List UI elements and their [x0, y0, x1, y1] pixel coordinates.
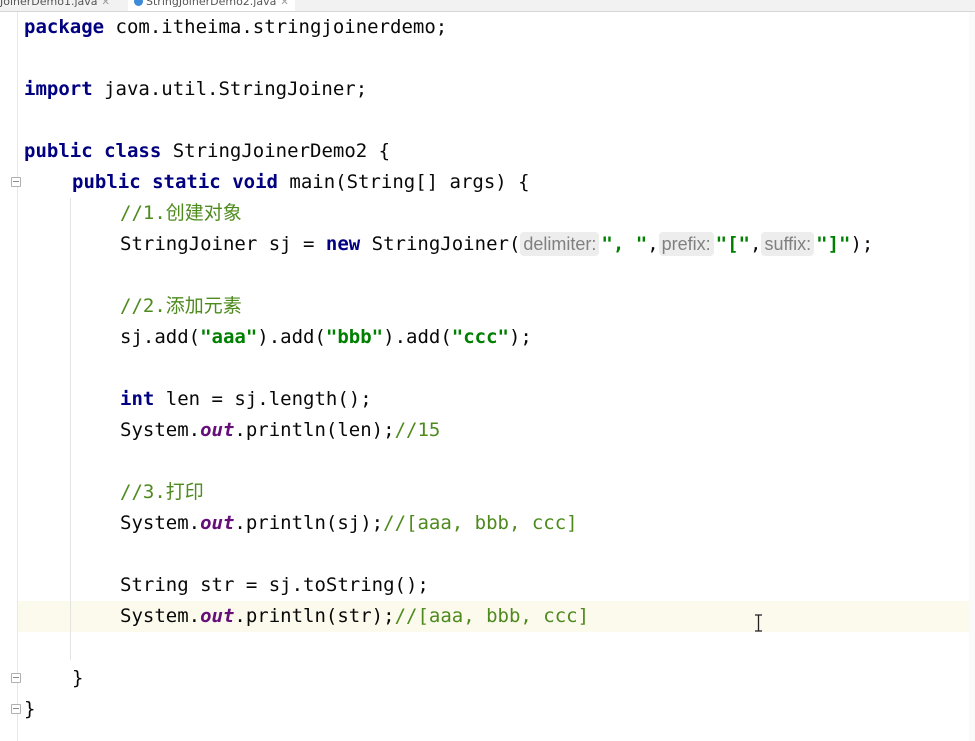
code-line-5: //1.创建对象 — [120, 198, 242, 229]
closing-brace: } — [24, 698, 36, 720]
code-text: ).add( — [383, 326, 452, 348]
comment-text: 打印 — [165, 481, 204, 503]
tab-label: JoinerDemo1.java — [0, 0, 98, 8]
code-text: StringJoiner( — [360, 233, 521, 255]
code-line-15: } — [72, 663, 83, 694]
code-line-10: System.out.println(len);//15 — [120, 415, 440, 446]
code-line-3: public class StringJoinerDemo2 { — [24, 136, 390, 167]
parameter-hint-delimiter: delimiter: — [520, 232, 600, 256]
code-text: , — [750, 233, 762, 255]
code-text: .println(sj); — [234, 512, 384, 534]
method-signature: main(String[] args) { — [277, 171, 530, 193]
keyword-static: static — [152, 171, 221, 193]
static-field: out — [200, 512, 235, 534]
code-text: System. — [120, 605, 201, 627]
code-text: sj.add( — [120, 326, 201, 348]
keyword-int: int — [120, 388, 155, 410]
keyword-public: public — [72, 171, 141, 193]
package-name: com.itheima.stringjoinerdemo; — [104, 16, 448, 38]
close-icon[interactable]: ✕ — [280, 0, 288, 8]
code-text: ).add( — [257, 326, 326, 348]
parameter-hint-prefix: prefix: — [658, 232, 714, 256]
code-text: System. — [120, 419, 201, 441]
keyword-package: package — [24, 16, 105, 38]
vertical-scrollbar[interactable] — [969, 12, 975, 741]
java-class-icon — [134, 0, 143, 6]
import-path: java.util.StringJoiner; — [92, 78, 368, 100]
code-line-2: import java.util.StringJoiner; — [24, 74, 367, 105]
tab-label: StringJoinerDemo2.java — [146, 0, 277, 8]
static-field: out — [200, 605, 235, 627]
code-line-7: //2.添加元素 — [120, 291, 242, 322]
inline-comment: //15 — [394, 419, 441, 441]
string-literal: "]" — [816, 233, 851, 255]
comment-prefix: //1. — [120, 202, 166, 224]
comment-prefix: //3. — [120, 481, 166, 503]
fold-collapse-icon[interactable] — [11, 177, 21, 187]
code-editor[interactable]: JoinerDemo1.java ✕ StringJoinerDemo2.java… — [0, 0, 975, 741]
code-line-4: public static void main(String[] args) { — [72, 167, 530, 198]
keyword-class: class — [104, 140, 162, 162]
string-literal: "ccc" — [451, 326, 509, 348]
code-line-9: int len = sj.length(); — [120, 384, 372, 415]
string-literal: "aaa" — [200, 326, 258, 348]
comment-prefix: //2. — [120, 295, 166, 317]
close-icon[interactable]: ✕ — [102, 0, 110, 8]
editor-tab-bar: JoinerDemo1.java ✕ StringJoinerDemo2.java… — [0, 0, 975, 12]
code-line-16: } — [24, 694, 35, 725]
code-text: ); — [850, 233, 874, 255]
code-line-11: //3.打印 — [120, 477, 204, 508]
code-text: , — [647, 233, 659, 255]
editor-gutter — [0, 12, 18, 741]
code-text: String str = sj.toString(); — [120, 574, 429, 596]
inline-comment: //[aaa, bbb, ccc] — [383, 512, 578, 534]
indent-guide — [70, 198, 71, 660]
keyword-import: import — [24, 78, 93, 100]
code-text: .println(str); — [234, 605, 395, 627]
string-literal: "bbb" — [325, 326, 384, 348]
string-literal: ", " — [601, 233, 648, 255]
class-declaration: StringJoinerDemo2 { — [161, 140, 391, 162]
fold-collapse-icon[interactable] — [11, 673, 21, 683]
parameter-hint-suffix: suffix: — [761, 232, 815, 256]
code-line-8: sj.add("aaa").add("bbb").add("ccc"); — [120, 322, 532, 353]
text-cursor-icon — [755, 614, 762, 632]
closing-brace: } — [72, 667, 84, 689]
code-line-12: System.out.println(sj);//[aaa, bbb, ccc] — [120, 508, 578, 539]
code-text: .println(len); — [234, 419, 395, 441]
code-line-6: StringJoiner sj = new StringJoiner(delim… — [120, 229, 873, 260]
inline-comment: //[aaa, bbb, ccc] — [394, 605, 590, 627]
comment-text: 添加元素 — [165, 295, 242, 317]
keyword-void: void — [232, 171, 278, 193]
string-literal: "[" — [715, 233, 750, 255]
code-text: len = sj.length(); — [154, 388, 372, 410]
keyword-new: new — [325, 233, 361, 255]
comment-text: 创建对象 — [165, 202, 242, 224]
static-field: out — [200, 419, 235, 441]
code-line-14[interactable]: System.out.println(str);//[aaa, bbb, ccc… — [120, 601, 589, 632]
tab-joinerdemo1[interactable]: JoinerDemo1.java ✕ — [0, 0, 110, 11]
tab-stringjoinerdemo2[interactable]: StringJoinerDemo2.java ✕ — [128, 0, 295, 11]
code-text: ); — [508, 326, 532, 348]
code-text: System. — [120, 512, 201, 534]
keyword-public: public — [24, 140, 93, 162]
fold-collapse-icon[interactable] — [11, 704, 21, 714]
code-text: StringJoiner sj = — [120, 233, 326, 255]
code-line-13: String str = sj.toString(); — [120, 570, 429, 601]
code-line-1: package com.itheima.stringjoinerdemo; — [24, 12, 447, 43]
